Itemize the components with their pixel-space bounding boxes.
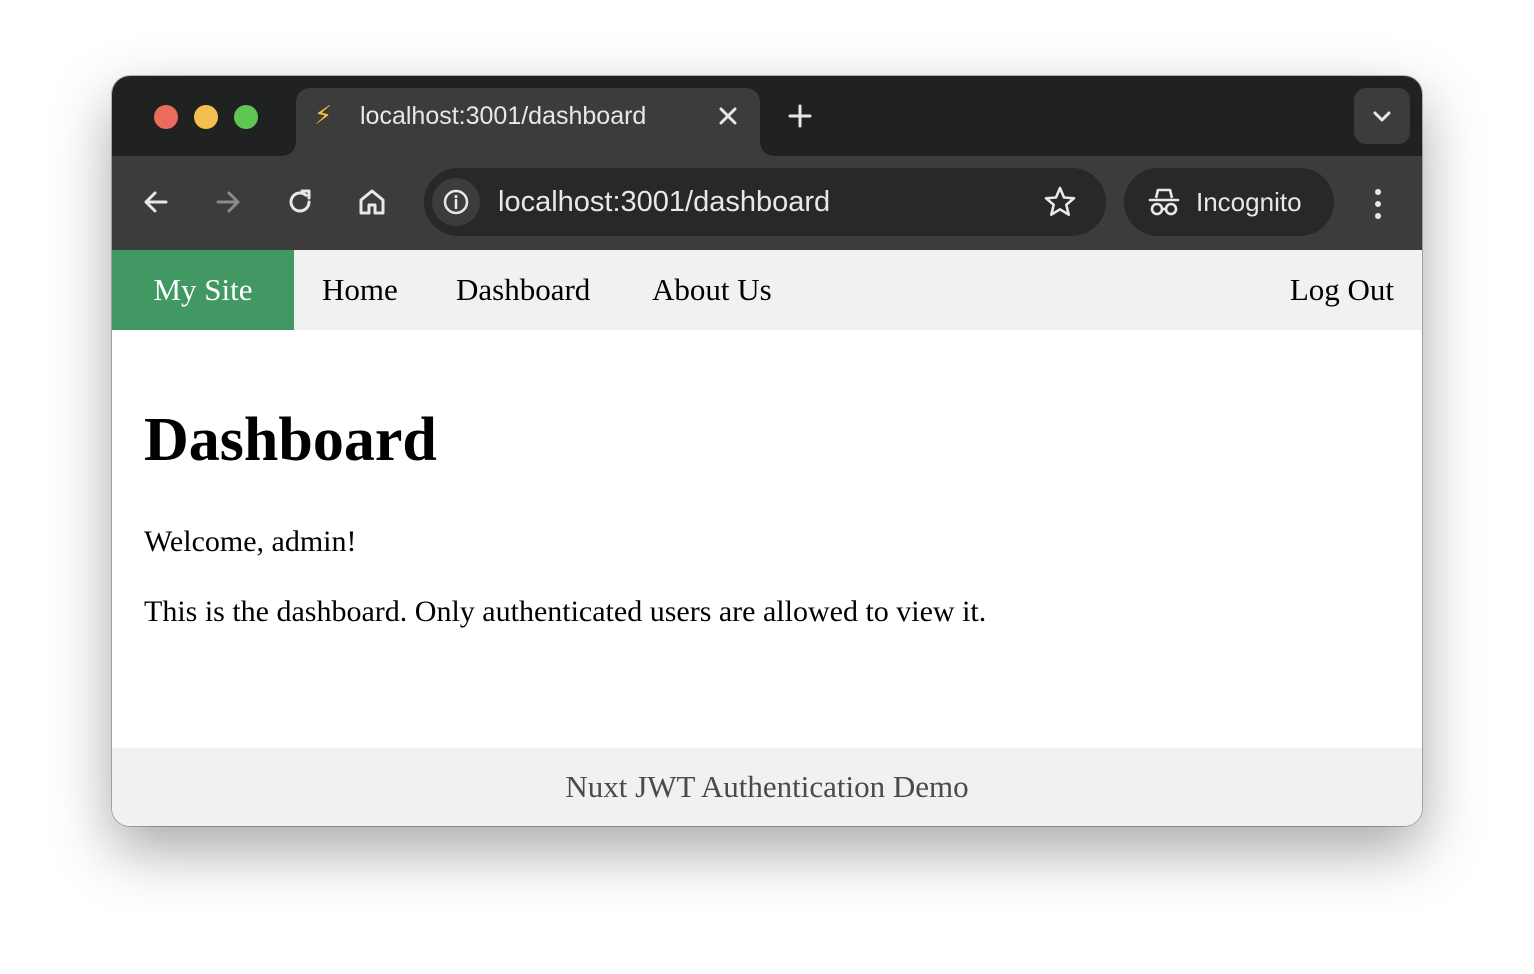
star-icon [1044,186,1076,216]
tab-title: localhost:3001/dashboard [360,102,647,130]
incognito-profile-button[interactable]: Incognito [1124,168,1334,236]
site-brand-link[interactable]: My Site [112,250,294,330]
page-title: Dashboard [144,406,437,474]
url-text[interactable]: localhost:3001/dashboard [498,168,830,236]
nav-link-home[interactable]: Home [322,250,398,330]
nav-link-dashboard[interactable]: Dashboard [456,250,590,330]
chevron-down-icon [1373,111,1391,122]
tab-active[interactable]: ⚡ localhost:3001/dashboard [296,88,760,156]
browser-window: ⚡ localhost:3001/dashboard localhost:300… [112,76,1422,826]
zoom-window-button[interactable] [234,105,258,129]
tab-strip: ⚡ localhost:3001/dashboard [112,76,1422,156]
reload-button[interactable] [282,184,318,220]
dashboard-description: This is the dashboard. Only authenticate… [144,595,987,628]
arrow-right-icon [216,191,240,213]
web-page: My Site Home Dashboard About Us Log Out … [112,250,1422,826]
plus-icon [788,104,812,128]
back-button[interactable] [138,184,174,220]
tab-favicon-icon: ⚡ [314,101,333,131]
browser-toolbar: localhost:3001/dashboard Incognito [112,156,1422,250]
site-info-button[interactable] [432,178,480,226]
site-footer: Nuxt JWT Authentication Demo [112,748,1422,826]
forward-button[interactable] [210,184,246,220]
home-button[interactable] [354,184,390,220]
bookmark-button[interactable] [1042,184,1078,220]
new-tab-button[interactable] [784,100,816,132]
kebab-menu-icon [1375,189,1381,219]
tab-search-button[interactable] [1354,88,1410,144]
close-window-button[interactable] [154,105,178,129]
welcome-message: Welcome, admin! [144,525,357,558]
logout-link[interactable]: Log Out [1290,250,1394,330]
nav-link-about-us[interactable]: About Us [652,250,772,330]
home-icon [359,189,385,215]
arrow-left-icon [144,191,168,213]
reload-icon [289,189,311,213]
incognito-label: Incognito [1196,187,1302,217]
browser-menu-button[interactable] [1358,184,1398,224]
tab-close-button[interactable] [714,102,742,130]
close-icon [719,107,737,125]
address-bar[interactable]: localhost:3001/dashboard [424,168,1106,236]
minimize-window-button[interactable] [194,105,218,129]
incognito-icon [1148,188,1180,216]
site-navbar: My Site Home Dashboard About Us Log Out [112,250,1422,330]
info-icon [443,189,469,215]
